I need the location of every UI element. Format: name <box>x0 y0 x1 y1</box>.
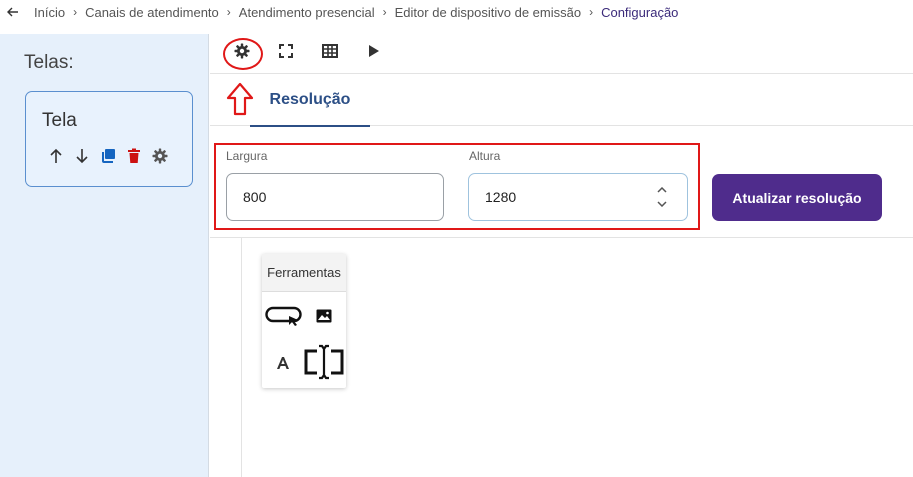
back-arrow-icon[interactable] <box>2 4 24 20</box>
duplicate-icon[interactable] <box>100 148 116 164</box>
breadcrumb-item-editor[interactable]: Editor de dispositivo de emissão <box>395 5 581 20</box>
settings-icon <box>234 43 250 64</box>
settings-icon[interactable] <box>152 148 168 164</box>
tabs-bar: Resolução <box>210 74 913 127</box>
canvas-divider <box>241 238 242 477</box>
play-tool-button[interactable] <box>352 36 396 72</box>
breadcrumb-item-canais[interactable]: Canais de atendimento <box>85 5 219 20</box>
width-input[interactable] <box>226 173 444 221</box>
breadcrumb-separator: › <box>73 5 78 19</box>
tools-panel: Ferramentas <box>262 254 346 388</box>
screen-actions <box>48 148 168 164</box>
grid-tool-button[interactable] <box>308 36 352 72</box>
grid-icon <box>322 44 338 63</box>
arrow-up-icon[interactable] <box>48 148 64 164</box>
breadcrumb-separator: › <box>226 5 231 19</box>
screens-sidebar: Telas: Tela <box>0 34 209 477</box>
width-label: Largura <box>226 149 268 163</box>
breadcrumb-item-atendimento[interactable]: Atendimento presencial <box>239 5 375 20</box>
chevron-up-icon <box>657 187 667 193</box>
height-stepper[interactable] <box>656 187 668 207</box>
chevron-down-icon <box>657 201 667 207</box>
sidebar-title: Telas: <box>24 52 74 73</box>
settings-tool-button[interactable] <box>220 36 264 72</box>
breadcrumb: Início › Canais de atendimento › Atendim… <box>0 0 913 24</box>
image-tool-icon[interactable] <box>312 304 336 328</box>
breadcrumb-separator: › <box>382 5 387 19</box>
editor-toolbar <box>210 34 913 74</box>
screen-name: Tela <box>42 110 77 131</box>
page: Início › Canais de atendimento › Atendim… <box>0 0 913 477</box>
tab-active-indicator <box>250 125 370 127</box>
fullscreen-icon <box>279 44 293 63</box>
breadcrumb-current: Configuração <box>601 4 679 20</box>
breadcrumb-item-inicio[interactable]: Início <box>34 5 65 20</box>
arrow-down-icon[interactable] <box>74 148 90 164</box>
button-tool-icon[interactable] <box>264 304 304 328</box>
screen-card[interactable]: Tela <box>25 91 193 187</box>
delete-icon[interactable] <box>126 148 142 164</box>
text-tool-icon[interactable] <box>272 352 294 374</box>
tools-panel-title: Ferramentas <box>262 254 346 292</box>
play-icon <box>368 44 380 63</box>
update-resolution-button[interactable]: Atualizar resolução <box>712 174 882 221</box>
height-label: Altura <box>469 149 501 163</box>
fullscreen-tool-button[interactable] <box>264 36 308 72</box>
breadcrumb-separator: › <box>589 5 594 19</box>
tab-resolucao[interactable]: Resolução <box>250 74 370 127</box>
tab-label: Resolução <box>269 91 351 108</box>
height-input[interactable] <box>468 173 688 221</box>
input-field-tool-icon[interactable] <box>302 344 346 380</box>
